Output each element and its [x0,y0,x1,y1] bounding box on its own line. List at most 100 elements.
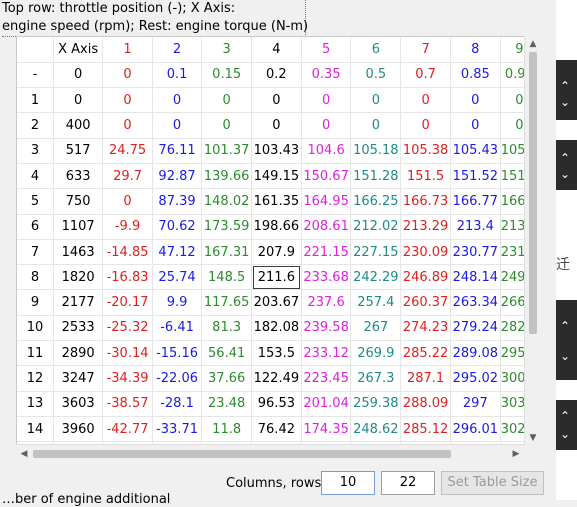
table-cell[interactable]: 37.66 [201,365,253,392]
table-cell[interactable]: 166.77 [450,188,501,215]
table-cell[interactable]: 296.01 [450,416,501,443]
table-cell[interactable]: -15.16 [152,340,203,367]
table-cell[interactable]: 287.1 [400,365,451,392]
table-cell[interactable]: 2177 [53,289,104,316]
table-cell[interactable]: 87.39 [152,188,203,215]
table-cell[interactable]: 148.5 [201,264,253,291]
table-cell[interactable]: 233.68 [301,264,352,291]
table-cell[interactable]: 0 [102,62,153,89]
table-cell[interactable]: 0 [53,87,104,114]
table-cell[interactable]: -6.41 [152,315,203,342]
table-cell[interactable]: 182.08 [251,315,302,342]
table-vertical-scrollbar[interactable]: ▲ ▼ [524,36,541,446]
table-cell[interactable]: 96.53 [251,391,302,417]
table-cell[interactable]: 3247 [53,365,104,392]
set-table-size-button[interactable]: Set Table Size [441,471,544,495]
table-cell[interactable]: 0 [251,112,302,139]
column-header[interactable]: X Axis [53,37,104,63]
table-cell[interactable]: 11.8 [201,416,253,443]
table-cell[interactable]: 267.3 [350,365,402,392]
scroll-up-arrow-icon[interactable]: ▲ [525,36,541,52]
table-cell[interactable]: 103.43 [251,138,302,164]
table-cell[interactable]: 259.38 [350,391,402,417]
table-cell[interactable]: 213.29 [400,214,451,240]
column-header[interactable]: 5 [301,37,352,63]
table-cell[interactable]: 201.04 [301,391,352,417]
table-cell[interactable]: 230.77 [450,239,501,266]
table-cell[interactable]: 148.02 [201,188,253,215]
table-cell[interactable]: 47.12 [152,239,203,266]
column-header[interactable]: 2 [152,37,203,63]
table-cell[interactable]: 23.48 [201,391,253,417]
table-cell[interactable]: 0 [301,112,352,139]
column-header[interactable]: 1 [102,37,153,63]
scroll-left-arrow-icon[interactable]: ◀ [16,446,32,462]
table-cell[interactable]: 105.38 [400,138,451,164]
table-cell[interactable]: 289.08 [450,340,501,367]
table-cell[interactable]: 3960 [53,416,104,443]
table-cell[interactable]: 242.29 [350,264,402,291]
table-cell[interactable]: 174.35 [301,416,352,443]
table-cell[interactable]: 153.5 [251,340,302,367]
table-cell[interactable]: 161.35 [251,188,302,215]
table-cell[interactable]: 1107 [53,214,104,240]
table-cell[interactable]: 0.2 [251,62,302,89]
table-cell[interactable]: 105.18 [350,138,402,164]
table-cell[interactable]: 279.24 [450,315,501,342]
table-cell[interactable]: 288.09 [400,391,451,417]
table-cell[interactable]: 151.52 [450,163,501,190]
table-horizontal-scrollbar[interactable]: ◀ ▶ [16,444,524,463]
table-cell[interactable]: 151.28 [350,163,402,190]
rows-input[interactable]: 22 [381,471,435,495]
table-cell[interactable]: -33.71 [152,416,203,443]
table-cell[interactable]: 0.35 [301,62,352,89]
table-cell[interactable]: 173.59 [201,214,253,240]
table-cell[interactable]: 633 [53,163,104,190]
table-cell[interactable]: 76.11 [152,138,203,164]
table-cell[interactable]: 257.4 [350,289,402,316]
table-cell[interactable]: 0 [152,87,203,114]
table-cell[interactable]: 285.22 [400,340,451,367]
table-cell[interactable]: -28.1 [152,391,203,417]
table-cell[interactable]: 166.73 [400,188,451,215]
table-cell[interactable]: 198.66 [251,214,302,240]
table-cell[interactable]: -16.83 [102,264,153,291]
table-cell[interactable]: 233.12 [301,340,352,367]
table-cell[interactable]: 295.02 [450,365,501,392]
table-cell[interactable]: 29.7 [102,163,153,190]
table-cell[interactable]: -22.06 [152,365,203,392]
horizontal-scroll-thumb[interactable] [33,450,451,458]
column-header[interactable]: 4 [251,37,302,63]
table-cell[interactable]: 117.65 [201,289,253,316]
table-cell[interactable]: -38.57 [102,391,153,417]
table-cell[interactable]: 0 [301,87,352,114]
torque-table[interactable]: X Axis 1 2 3 4 5 6 7 8 9-0 0 0.1 0.15 0.2 0.35 0.5 0.7 0.… [17,37,539,461]
table-cell[interactable]: 70.62 [152,214,203,240]
table-cell[interactable]: 92.87 [152,163,203,190]
table-cell[interactable]: -34.39 [102,365,153,392]
table-cell[interactable]: 167.31 [201,239,253,266]
table-cell[interactable]: 122.49 [251,365,302,392]
table-cell[interactable]: 0.1 [152,62,203,89]
table-cell[interactable]: 400 [53,112,104,139]
column-header[interactable]: 3 [201,37,253,63]
table-cell[interactable]: 237.6 [301,289,352,316]
table-cell[interactable]: 227.15 [350,239,402,266]
table-cell[interactable]: 0 [201,87,253,114]
table-cell[interactable]: 213.4 [450,214,501,240]
table-cell[interactable]: 81.3 [201,315,253,342]
table-cell[interactable]: 239.58 [301,315,352,342]
table-cell[interactable]: 750 [53,188,104,215]
table-cell[interactable]: 248.62 [350,416,402,443]
table-cell[interactable]: 223.45 [301,365,352,392]
table-cell[interactable]: 269.9 [350,340,402,367]
table-cell[interactable]: 56.41 [201,340,253,367]
column-header[interactable]: 7 [400,37,451,63]
table-cell[interactable]: 0 [152,112,203,139]
table-cell[interactable]: 150.67 [301,163,352,190]
table-cell[interactable]: 0 [450,87,501,114]
table-cell[interactable]: -14.85 [102,239,153,266]
table-cell[interactable]: 0 [201,112,253,139]
table-cell[interactable]: 207.9 [251,239,302,266]
table-cell[interactable]: 104.6 [301,138,352,164]
